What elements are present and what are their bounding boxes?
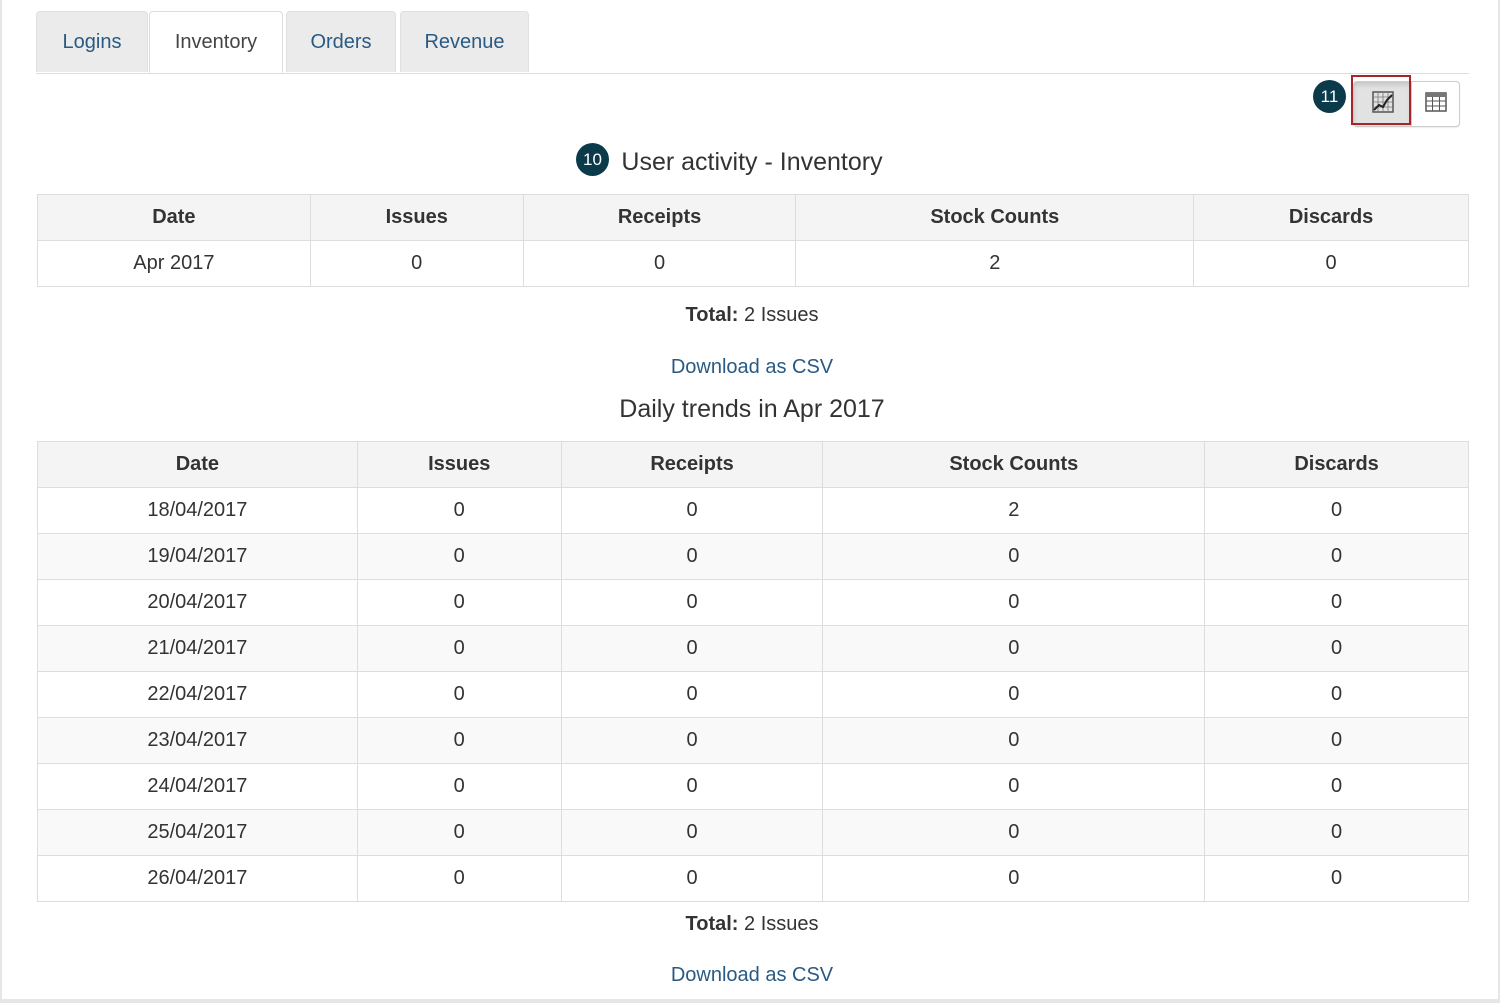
table-cell: 0 <box>1204 533 1469 580</box>
table-cell: 26/04/2017 <box>37 855 358 902</box>
tab-logins[interactable]: Logins <box>36 11 148 72</box>
report-tabs: Logins Inventory Orders Revenue <box>36 11 1469 74</box>
table-cell: 2 <box>795 240 1195 287</box>
table-cell: 0 <box>356 671 562 718</box>
table-cell: 0 <box>1193 240 1469 287</box>
tab-revenue[interactable]: Revenue <box>400 11 529 72</box>
table-row: 18/04/2017 0 0 2 0 <box>37 487 1469 534</box>
download-csv-link[interactable]: Download as CSV <box>671 356 833 378</box>
table-cell: 0 <box>356 579 562 626</box>
column-header-issues[interactable]: Issues <box>356 441 562 488</box>
table-cell: 0 <box>1204 487 1469 534</box>
download-csv-link[interactable]: Download as CSV <box>671 964 833 986</box>
table-cell: 0 <box>356 763 562 810</box>
table-cell: 0 <box>356 487 562 534</box>
page-frame: Logins Inventory Orders Revenue 11 10 Us… <box>0 0 1500 1003</box>
table-view-button[interactable] <box>1412 82 1459 126</box>
table-cell: 0 <box>1204 809 1469 856</box>
table-cell: 0 <box>822 763 1206 810</box>
table-cell: 22/04/2017 <box>37 671 358 718</box>
table-row: 22/04/2017 0 0 0 0 <box>37 671 1469 718</box>
summary-total: Total: 2 Issues <box>2 304 1500 327</box>
callout-badge-11: 11 <box>1313 80 1346 113</box>
table-cell: Apr 2017 <box>37 240 311 287</box>
table-cell: 0 <box>560 625 824 672</box>
table-cell: 20/04/2017 <box>37 579 358 626</box>
table-cell: 0 <box>560 671 824 718</box>
table-cell: 0 <box>356 809 562 856</box>
table-cell: 0 <box>1204 671 1469 718</box>
daily-trends-table: Date Issues Receipts Stock Counts Discar… <box>37 441 1469 902</box>
column-header-receipts[interactable]: Receipts <box>560 441 824 488</box>
summary-table: Date Issues Receipts Stock Counts Discar… <box>37 194 1469 287</box>
column-header-receipts[interactable]: Receipts <box>522 194 797 241</box>
table-cell: 0 <box>356 855 562 902</box>
table-cell: 0 <box>560 579 824 626</box>
total-label: Total: <box>685 304 739 326</box>
column-header-date[interactable]: Date <box>37 441 358 488</box>
table-cell: 0 <box>822 579 1206 626</box>
table-cell: 0 <box>822 855 1206 902</box>
summary-download-csv: Download as CSV <box>2 356 1500 379</box>
table-cell: 0 <box>560 533 824 580</box>
table-cell: 0 <box>822 625 1206 672</box>
table-row: 26/04/2017 0 0 0 0 <box>37 855 1469 902</box>
table-cell: 0 <box>560 717 824 764</box>
table-row: 21/04/2017 0 0 0 0 <box>37 625 1469 672</box>
tab-inventory[interactable]: Inventory <box>149 11 283 73</box>
column-header-stock-counts[interactable]: Stock Counts <box>822 441 1206 488</box>
report-title: User activity - Inventory <box>621 148 883 176</box>
table-cell: 0 <box>522 240 797 287</box>
table-cell: 0 <box>1204 625 1469 672</box>
table-cell: 0 <box>309 240 524 287</box>
table-cell: 0 <box>560 763 824 810</box>
table-cell: 0 <box>822 717 1206 764</box>
column-header-issues[interactable]: Issues <box>309 194 524 241</box>
table-row: 25/04/2017 0 0 0 0 <box>37 809 1469 856</box>
table-header-row: Date Issues Receipts Stock Counts Discar… <box>37 194 1469 241</box>
tab-orders[interactable]: Orders <box>286 11 396 72</box>
table-cell: 0 <box>356 625 562 672</box>
table-row: 23/04/2017 0 0 0 0 <box>37 717 1469 764</box>
table-cell: 2 <box>822 487 1206 534</box>
total-label: Total: <box>685 913 739 935</box>
table-cell: 0 <box>560 855 824 902</box>
view-toggle <box>1353 81 1460 127</box>
chart-view-button[interactable] <box>1354 82 1412 126</box>
table-icon <box>1424 91 1447 117</box>
table-cell: 0 <box>356 533 562 580</box>
table-cell: 23/04/2017 <box>37 717 358 764</box>
table-cell: 0 <box>822 671 1206 718</box>
table-cell: 18/04/2017 <box>37 487 358 534</box>
table-cell: 19/04/2017 <box>37 533 358 580</box>
daily-total: Total: 2 Issues <box>2 913 1500 936</box>
chart-icon <box>1371 90 1394 118</box>
table-cell: 0 <box>560 809 824 856</box>
table-cell: 0 <box>1204 855 1469 902</box>
table-cell: 0 <box>356 717 562 764</box>
daily-trends-body: 18/04/2017 0 0 2 0 19/04/2017 0 0 0 0 20/04/2017 0 0… <box>37 487 1469 902</box>
table-header-row: Date Issues Receipts Stock Counts Discar… <box>37 441 1469 488</box>
total-value: 2 Issues <box>744 913 819 935</box>
table-cell: 0 <box>560 487 824 534</box>
column-header-discards[interactable]: Discards <box>1193 194 1469 241</box>
table-cell: 0 <box>822 809 1206 856</box>
table-cell: 0 <box>822 533 1206 580</box>
column-header-date[interactable]: Date <box>37 194 311 241</box>
table-cell: 0 <box>1204 579 1469 626</box>
table-cell: 24/04/2017 <box>37 763 358 810</box>
table-row: 24/04/2017 0 0 0 0 <box>37 763 1469 810</box>
table-cell: 25/04/2017 <box>37 809 358 856</box>
table-cell: 0 <box>1204 717 1469 764</box>
daily-download-csv: Download as CSV <box>2 964 1500 987</box>
table-cell: 0 <box>1204 763 1469 810</box>
table-row: Apr 2017 0 0 2 0 <box>37 240 1469 287</box>
daily-trends-title: Daily trends in Apr 2017 <box>619 395 885 423</box>
column-header-discards[interactable]: Discards <box>1204 441 1469 488</box>
column-header-stock-counts[interactable]: Stock Counts <box>795 194 1195 241</box>
table-row: 20/04/2017 0 0 0 0 <box>37 579 1469 626</box>
table-cell: 21/04/2017 <box>37 625 358 672</box>
total-value: 2 Issues <box>744 304 819 326</box>
table-row: 19/04/2017 0 0 0 0 <box>37 533 1469 580</box>
